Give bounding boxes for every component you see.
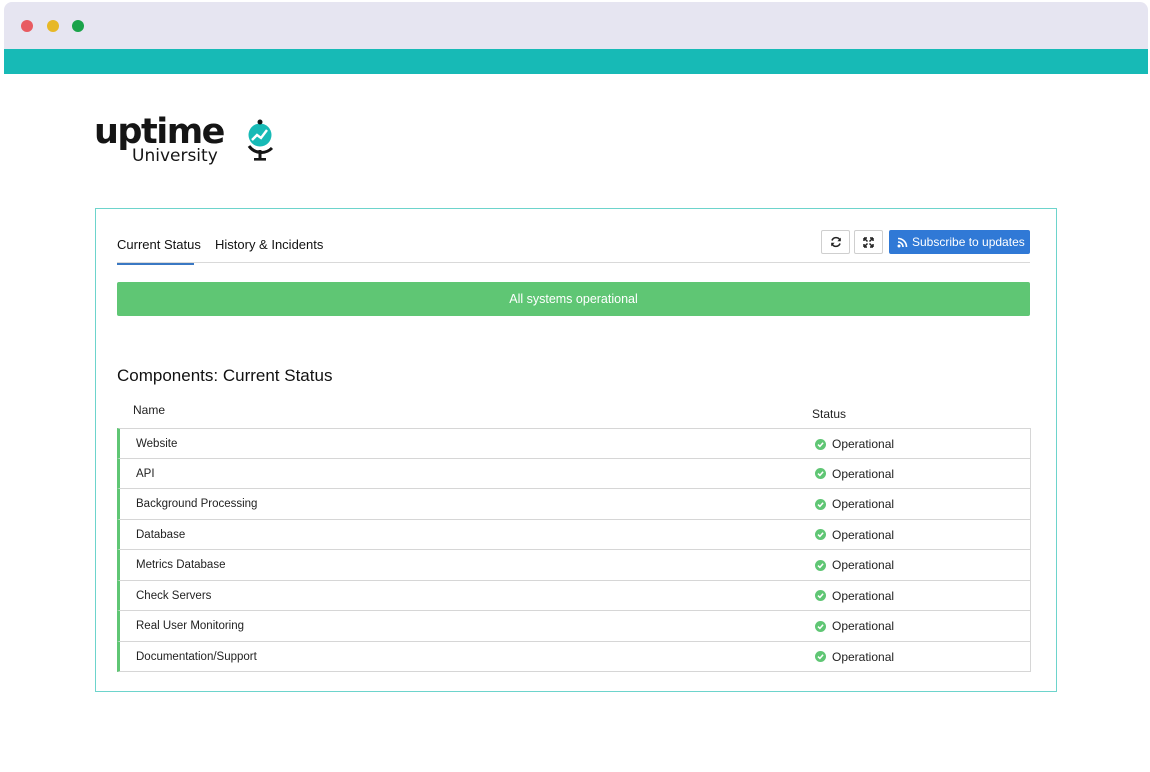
- component-name: Database: [136, 528, 186, 541]
- table-row: Background Processing Operational: [117, 489, 1031, 520]
- component-name: Background Processing: [136, 498, 258, 510]
- component-status: Operational: [815, 558, 894, 572]
- subscribe-button[interactable]: Subscribe to updates: [889, 230, 1030, 254]
- refresh-button[interactable]: [821, 230, 850, 254]
- component-name: Documentation/Support: [136, 650, 257, 663]
- table-row: API Operational: [117, 458, 1031, 489]
- rss-icon: [897, 237, 908, 248]
- tab-current-status[interactable]: Current Status: [117, 237, 201, 265]
- table-row: Website Operational: [117, 428, 1031, 459]
- status-text: Operational: [832, 527, 895, 542]
- check-circle-icon: [815, 498, 826, 510]
- table-row: Metrics Database Operational: [117, 550, 1031, 581]
- expand-icon: [863, 236, 874, 248]
- check-circle-icon: [815, 529, 826, 540]
- logo-subtitle: University: [132, 146, 218, 166]
- component-status: Operational: [815, 650, 894, 664]
- status-text: Operational: [832, 558, 895, 572]
- fullscreen-button[interactable]: [854, 230, 883, 254]
- column-header-status: Status: [812, 407, 847, 421]
- refresh-icon: [830, 236, 841, 248]
- component-name: Real User Monitoring: [136, 620, 245, 632]
- status-text: Operational: [832, 588, 895, 603]
- table-row: Database Operational: [117, 519, 1031, 550]
- check-circle-icon: [815, 559, 826, 571]
- components-table: Website Operational API Operational Back…: [117, 428, 1031, 672]
- component-status: Operational: [815, 589, 894, 603]
- status-text: Operational: [832, 437, 895, 451]
- overall-status-banner: All systems operational: [117, 282, 1030, 316]
- component-name: Check Servers: [136, 589, 212, 602]
- globe-logo-icon: [247, 119, 274, 161]
- column-header-name: Name: [133, 403, 166, 417]
- component-status: Operational: [815, 619, 894, 633]
- check-circle-icon: [815, 438, 826, 450]
- check-circle-icon: [815, 651, 826, 662]
- browser-frame: [4, 2, 1148, 74]
- overall-status-text: All systems operational: [509, 292, 638, 306]
- check-circle-icon: [815, 468, 826, 479]
- status-text: Operational: [832, 466, 895, 481]
- tab-history-incidents[interactable]: History & Incidents: [215, 237, 323, 253]
- component-name: Website: [136, 438, 178, 450]
- close-window-dot[interactable]: [21, 20, 33, 32]
- table-row: Real User Monitoring Operational: [117, 611, 1031, 642]
- components-heading: Components: Current Status: [117, 366, 333, 385]
- component-status: Operational: [815, 497, 894, 511]
- table-row: Check Servers Operational: [117, 580, 1031, 611]
- subscribe-label: Subscribe to updates: [912, 235, 1025, 249]
- status-text: Operational: [832, 619, 895, 633]
- header-accent-bar: [4, 49, 1148, 74]
- maximize-window-dot[interactable]: [72, 20, 84, 32]
- component-status: Operational: [815, 467, 894, 481]
- component-status: Operational: [815, 437, 894, 451]
- status-text: Operational: [832, 497, 895, 511]
- uptime-university-logo: uptime University: [94, 112, 284, 172]
- check-circle-icon: [815, 620, 826, 632]
- component-name: Metrics Database: [136, 559, 226, 571]
- table-row: Documentation/Support Operational: [117, 641, 1031, 672]
- check-circle-icon: [815, 590, 826, 601]
- status-text: Operational: [832, 649, 895, 664]
- window-titlebar: [4, 2, 1148, 49]
- component-status: Operational: [815, 528, 894, 542]
- minimize-window-dot[interactable]: [47, 20, 59, 32]
- component-name: API: [136, 467, 155, 480]
- status-panel: Current Status History & Incidents Subsc…: [95, 208, 1057, 692]
